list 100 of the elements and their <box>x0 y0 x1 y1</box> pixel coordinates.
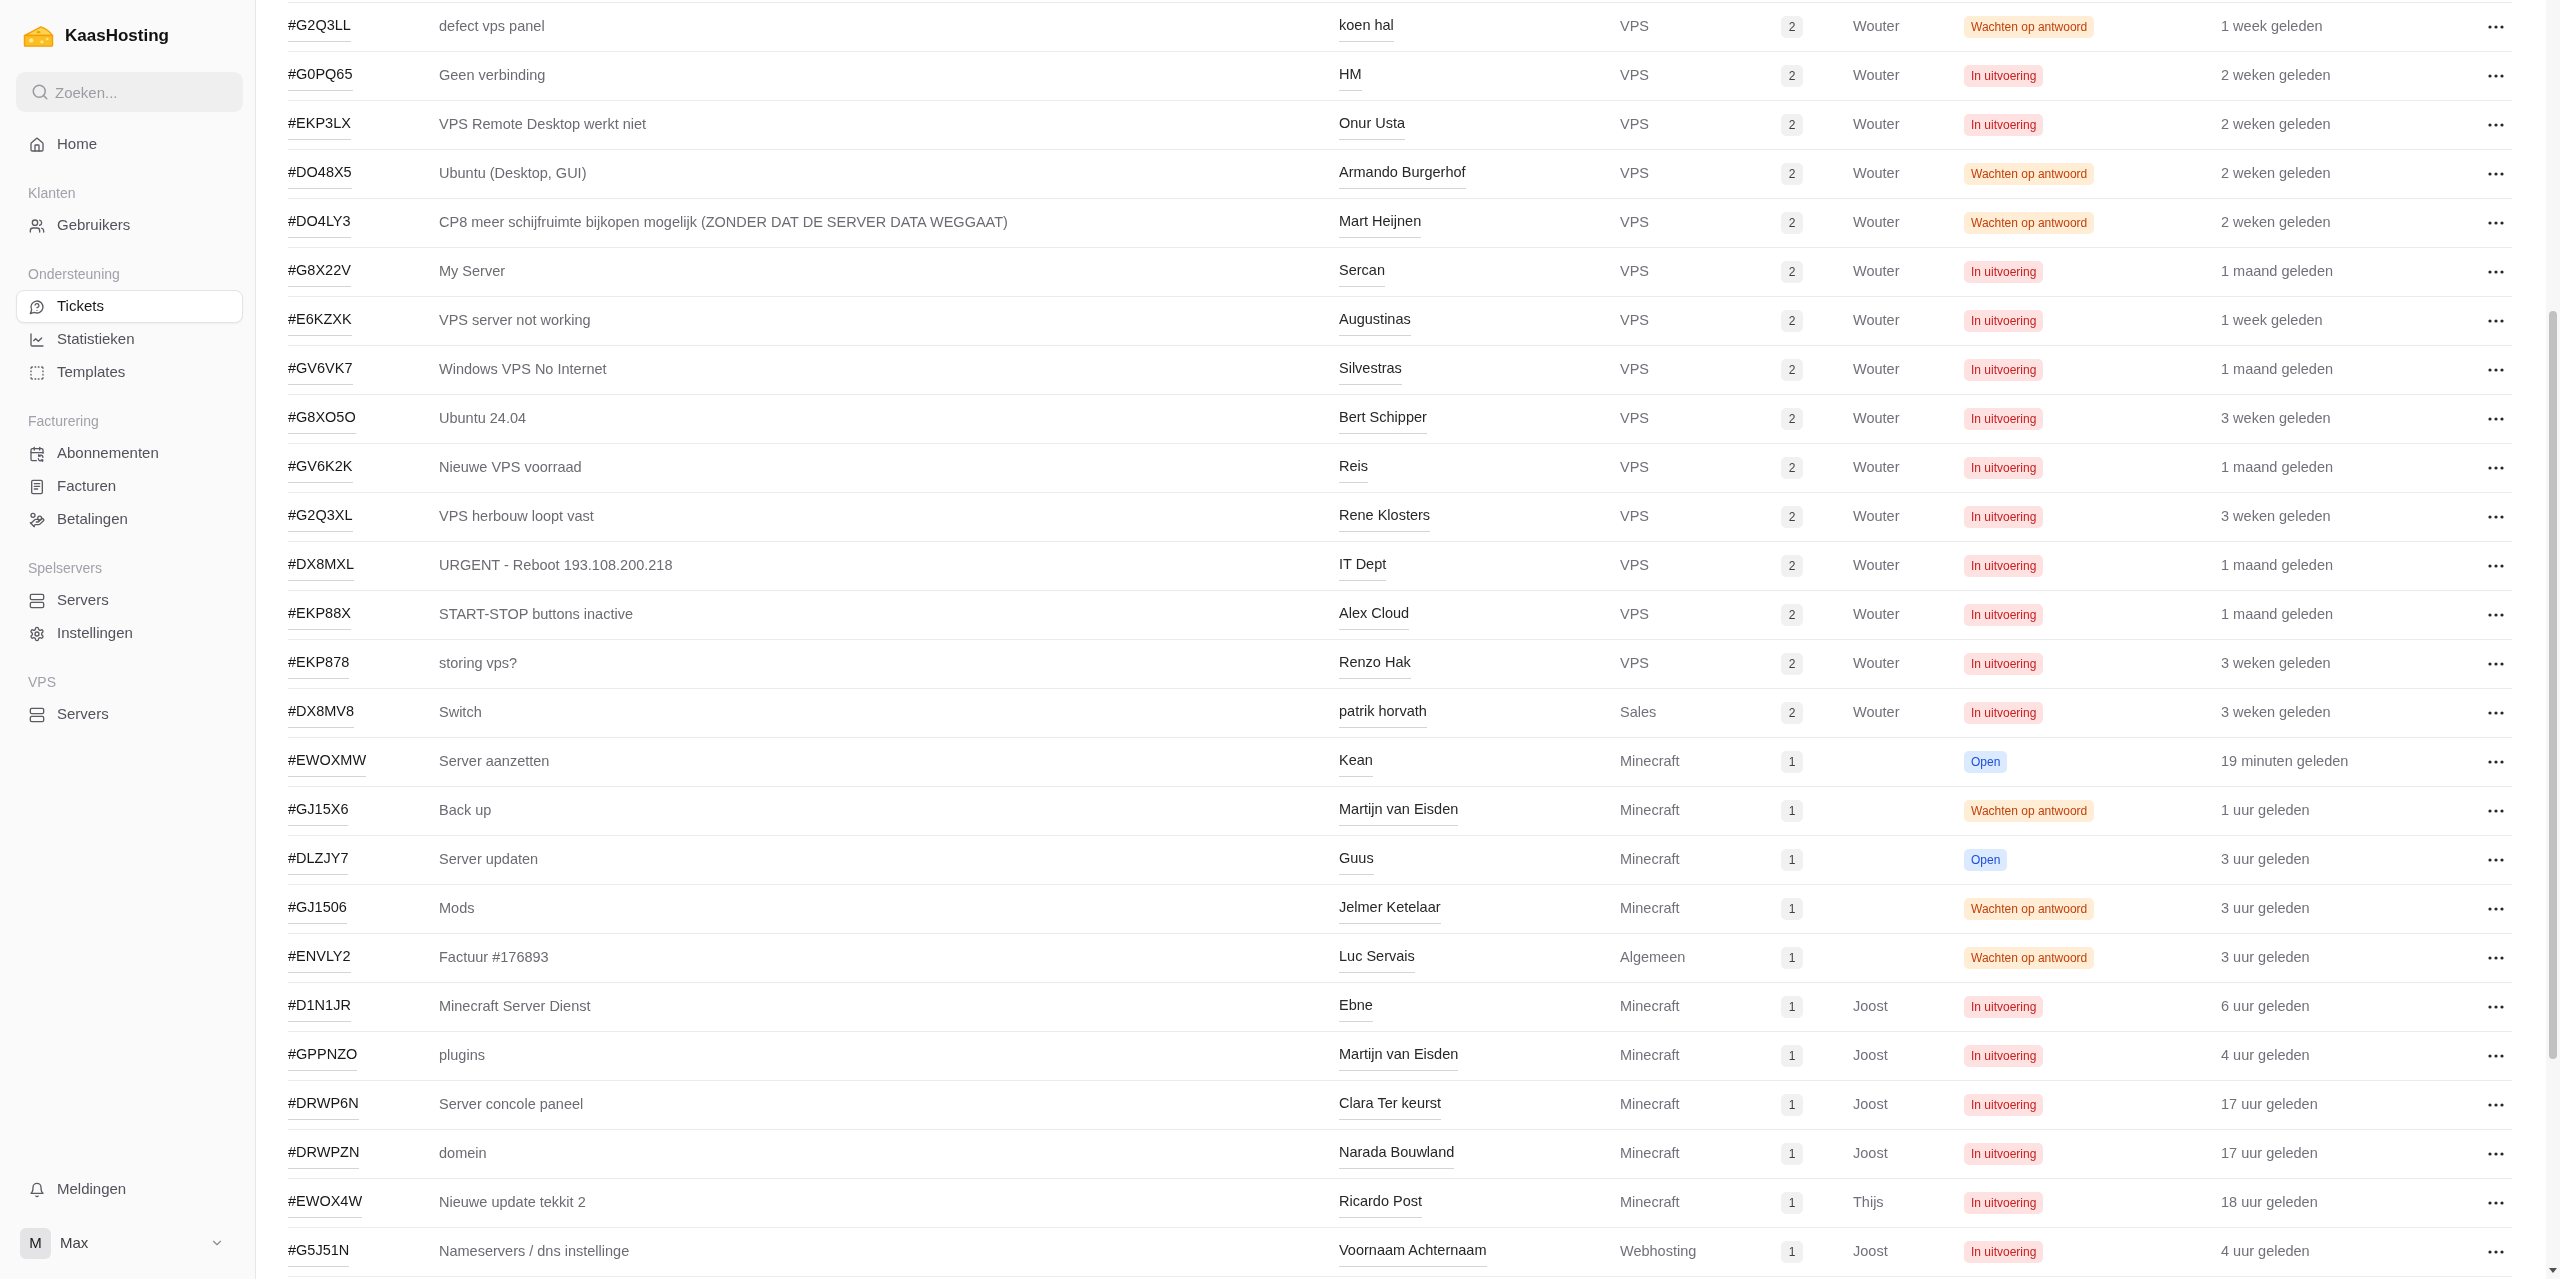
ticket-id-link[interactable]: #EWOXMW <box>288 747 367 777</box>
name-link[interactable]: Reis <box>1339 453 1368 483</box>
assignee-name: Wouter <box>1853 66 1900 86</box>
count-badge: 2 <box>1781 702 1803 724</box>
name-link[interactable]: Martijn van Eisden <box>1339 1041 1459 1071</box>
ticket-id-link[interactable]: #DX8MV8 <box>288 698 355 728</box>
brand-name: KaasHosting <box>65 25 169 48</box>
user-menu-button[interactable]: M Max <box>16 1224 243 1262</box>
ticket-id-link[interactable]: #GJ15X6 <box>288 796 349 826</box>
name-link[interactable]: Silvestras <box>1339 355 1402 385</box>
ticket-id-link[interactable]: #G5J51N <box>288 1237 350 1267</box>
name-link[interactable]: Martijn van Eisden <box>1339 796 1459 826</box>
ticket-id-link[interactable]: #EKP878 <box>288 649 350 679</box>
sidebar-item[interactable]: Statistieken <box>16 323 243 356</box>
ticket-id-link[interactable]: #G0PQ65 <box>288 61 353 91</box>
name-link[interactable]: Kean <box>1339 747 1373 777</box>
ticket-id-link[interactable]: #GPPNZO <box>288 1041 358 1071</box>
ticket-id-link[interactable]: #DX8MXL <box>288 551 355 581</box>
ticket-id-link[interactable]: #EKP88X <box>288 600 351 630</box>
name-link[interactable]: Rene Klosters <box>1339 502 1431 532</box>
category-text: VPS <box>1620 605 1649 625</box>
ticket-id-link[interactable]: #E6KZXK <box>288 306 352 336</box>
notifications-item[interactable]: Meldingen <box>16 1173 243 1206</box>
status-badge: In uitvoering <box>1964 309 2044 333</box>
name-link[interactable]: Armando Burgerhof <box>1339 159 1466 189</box>
ticket-id-link[interactable]: #DO48X5 <box>288 159 352 189</box>
name-link[interactable]: Ricardo Post <box>1339 1188 1422 1218</box>
sidebar-item[interactable]: Instellingen <box>16 617 243 650</box>
sidebar-item[interactable]: Servers <box>16 584 243 617</box>
ticket-id-link[interactable]: #G2Q3LL <box>288 12 351 42</box>
name-link[interactable]: Luc Servais <box>1339 943 1415 973</box>
sidebar-item[interactable]: Tickets <box>16 290 243 323</box>
ticket-id-link[interactable]: #DRWPZN <box>288 1139 360 1169</box>
assignee-name: Wouter <box>1853 556 1900 576</box>
name-link[interactable]: Sercan <box>1339 257 1385 287</box>
category-text: Minecraft <box>1620 899 1680 919</box>
ticket-id-link[interactable]: #GJ1506 <box>288 894 347 924</box>
name-link[interactable]: Voornaam Achternaam <box>1339 1237 1487 1267</box>
name-link[interactable]: Ebne <box>1339 992 1373 1022</box>
name-link[interactable]: patrik horvath <box>1339 698 1427 728</box>
sidebar-item[interactable]: Templates <box>16 356 243 389</box>
name-link[interactable]: Jelmer Ketelaar <box>1339 894 1441 924</box>
name-link[interactable]: Alex Cloud <box>1339 600 1410 630</box>
name-link[interactable]: Renzo Hak <box>1339 649 1411 679</box>
assignee-name: Thijs <box>1853 1193 1884 1213</box>
ticket-id-link[interactable]: #G8XO5O <box>288 404 356 434</box>
ticket-subject: START-STOP buttons inactive <box>439 605 633 625</box>
ticket-id-link[interactable]: #G8X22V <box>288 257 351 287</box>
ticket-id-link[interactable]: #DLZJY7 <box>288 845 349 875</box>
sidebar-item[interactable]: Facturen <box>16 470 243 503</box>
name-link[interactable]: HM <box>1339 61 1362 91</box>
name-link[interactable]: Mart Heijnen <box>1339 208 1422 238</box>
cheese-logo-icon <box>23 24 54 48</box>
count-badge: 1 <box>1781 1143 1803 1165</box>
name-link[interactable]: Narada Bouwland <box>1339 1139 1455 1169</box>
ticket-id-link[interactable]: #G2Q3XL <box>288 502 353 532</box>
status-badge: In uitvoering <box>1964 64 2044 88</box>
ticket-id-link[interactable]: #DRWP6N <box>288 1090 359 1120</box>
status-badge: In uitvoering <box>1964 113 2044 137</box>
ticket-id-link[interactable]: #DO4LY3 <box>288 208 351 238</box>
name-link[interactable]: Guus <box>1339 845 1374 875</box>
ticket-subject: Ubuntu (Desktop, GUI) <box>439 164 587 184</box>
ticket-id-link[interactable]: #D1N1JR <box>288 992 351 1022</box>
count-badge: 2 <box>1781 65 1803 87</box>
ticket-id-link[interactable]: #GV6VK7 <box>288 355 353 385</box>
ticket-subject: VPS herbouw loopt vast <box>439 507 594 527</box>
ticket-subject: Nieuwe update tekkit 2 <box>439 1193 586 1213</box>
name-link[interactable]: IT Dept <box>1339 551 1387 581</box>
sidebar-item[interactable]: Servers <box>16 698 243 731</box>
time-ago-text: 1 maand geleden <box>2221 360 2334 380</box>
name-link[interactable]: Bert Schipper <box>1339 404 1427 434</box>
sidebar-item[interactable]: Betalingen <box>16 503 243 536</box>
ticket-subject: Back up <box>439 801 492 821</box>
count-badge: 2 <box>1781 114 1803 136</box>
time-ago-text: 1 maand geleden <box>2221 262 2334 282</box>
ticket-id-link[interactable]: #EWOX4W <box>288 1188 363 1218</box>
count-badge: 2 <box>1781 359 1803 381</box>
category-text: VPS <box>1620 66 1649 86</box>
count-badge: 2 <box>1781 457 1803 479</box>
category-text: Algemeen <box>1620 948 1686 968</box>
ticket-id-link[interactable]: #GV6K2K <box>288 453 353 483</box>
time-ago-text: 3 weken geleden <box>2221 507 2331 527</box>
ticket-id-link[interactable]: #ENVLY2 <box>288 943 351 973</box>
scrollbar-thumb[interactable] <box>2549 311 2557 1059</box>
name-link[interactable]: Onur Usta <box>1339 110 1406 140</box>
ticket-id-link[interactable]: #EKP3LX <box>288 110 351 140</box>
time-ago-text: 4 uur geleden <box>2221 1242 2310 1262</box>
search-field[interactable]: Zoeken... <box>16 72 243 112</box>
sidebar-item[interactable]: Gebruikers <box>16 209 243 242</box>
name-link[interactable]: Augustinas <box>1339 306 1411 336</box>
time-ago-text: 3 weken geleden <box>2221 703 2331 723</box>
ellipsis-icon <box>2488 1103 2504 1107</box>
category-text: Minecraft <box>1620 801 1680 821</box>
name-link[interactable]: Clara Ter keurst <box>1339 1090 1442 1120</box>
name-link[interactable]: koen hal <box>1339 12 1394 42</box>
ticket-subject: Nameservers / dns instellinge <box>439 1242 630 1262</box>
category-text: Sales <box>1620 703 1657 723</box>
ellipsis-icon <box>2488 1054 2504 1058</box>
sidebar-item[interactable]: Abonnementen <box>16 437 243 470</box>
sidebar-item[interactable]: Home <box>16 128 243 161</box>
